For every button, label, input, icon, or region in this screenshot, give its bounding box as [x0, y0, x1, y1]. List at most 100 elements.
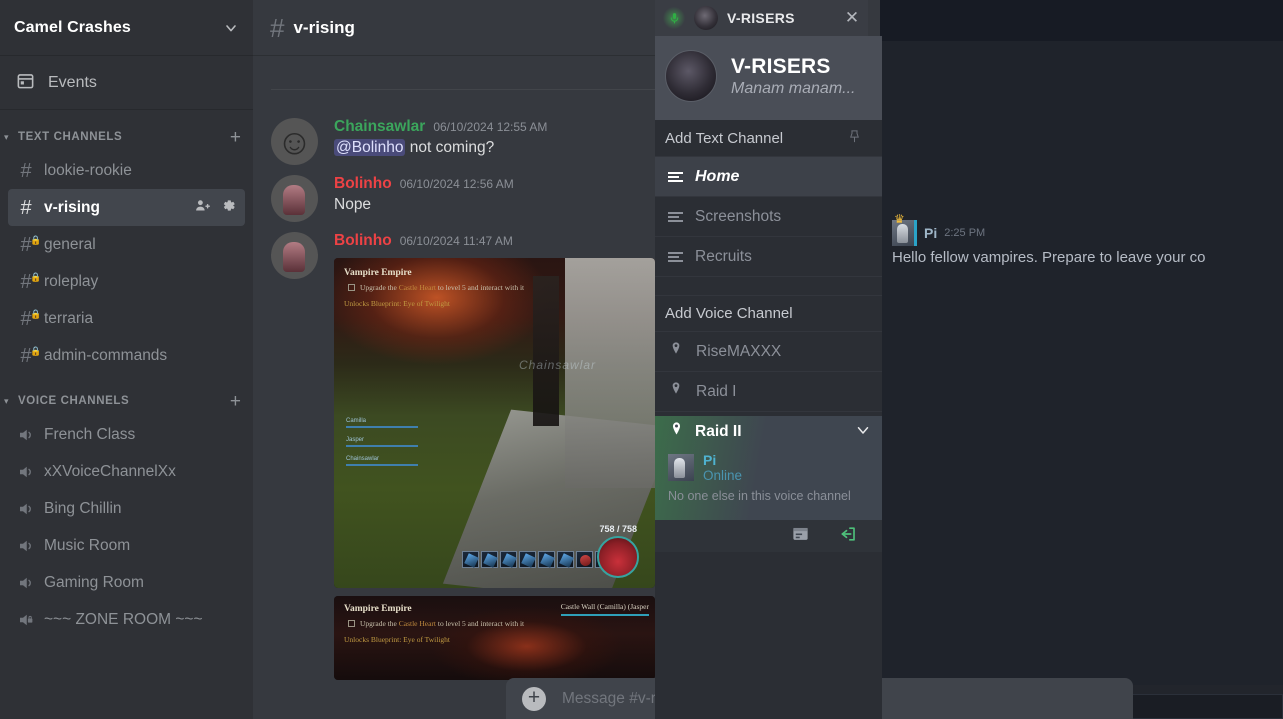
overlay-server-avatar-small	[694, 6, 718, 30]
server-header[interactable]: Camel Crashes	[0, 0, 253, 56]
message-author[interactable]: Chainsawlar	[334, 118, 425, 136]
events-label: Events	[48, 73, 97, 91]
pin-icon[interactable]	[847, 128, 862, 149]
hotbar-slot	[462, 551, 479, 568]
quest-objective-pre: Upgrade the	[360, 283, 399, 292]
overlay-server-name: V-RISERS	[731, 54, 831, 78]
hash-icon: # 🔒	[20, 344, 42, 367]
text-channel-icon	[668, 171, 683, 182]
sidebar-item-admin-commands[interactable]: # 🔒 admin-commands	[8, 337, 245, 374]
quest-unlock: Unlocks Blueprint: Eye of Twilight	[344, 299, 450, 309]
add-attachment-button[interactable]: +	[522, 686, 546, 711]
checkbox-icon	[348, 620, 355, 627]
image-attachment[interactable]: Vampire Empire Upgrade the Castle Heart …	[334, 258, 655, 588]
overlay-channel-label: Home	[695, 167, 740, 185]
sidebar-item-terraria[interactable]: # 🔒 terraria	[8, 300, 245, 337]
sidebar-item-music-room[interactable]: Music Room	[8, 527, 245, 564]
sidebar-item-zone-room[interactable]: ~~~ ZONE ROOM ~~~	[8, 601, 245, 638]
category-voice-channels[interactable]: ▾ VOICE CHANNELS +	[0, 386, 253, 416]
add-text-channel-button[interactable]: +	[230, 128, 241, 147]
voice-channel-icon	[668, 340, 684, 363]
microphone-icon[interactable]	[663, 7, 685, 29]
hash-icon: # 🔒	[20, 270, 42, 293]
category-text-channels[interactable]: ▾ TEXT CHANNELS +	[0, 122, 253, 152]
overlay-server-avatar	[665, 50, 717, 102]
party-member: Camilla	[346, 418, 418, 428]
server-name: Camel Crashes	[14, 18, 131, 36]
channel-label: Gaming Room	[44, 573, 144, 591]
sidebar-item-events[interactable]: Events	[0, 56, 253, 110]
channel-label: French Class	[44, 425, 136, 443]
channel-label: xXVoiceChannelXx	[44, 462, 176, 480]
avatar[interactable]	[271, 232, 318, 279]
overlay-channel-home[interactable]: Home	[655, 157, 882, 197]
channel-label: terraria	[44, 309, 94, 327]
channel-label: ~~~ ZONE ROOM ~~~	[44, 610, 203, 628]
hash-icon: # 🔒	[20, 233, 42, 256]
avatar[interactable]	[271, 118, 318, 165]
quest-objective-highlight: Castle Heart	[398, 283, 437, 292]
text-channel-icon	[668, 211, 683, 222]
overlay-channel-recruits[interactable]: Recruits	[655, 237, 882, 277]
background-message-timestamp: 2:25 PM	[944, 227, 986, 239]
message-author[interactable]: Bolinho	[334, 175, 392, 193]
status-badge: Online	[703, 468, 743, 484]
hash-icon: #	[270, 12, 285, 43]
disconnect-icon[interactable]	[838, 524, 860, 549]
overlay-tab-title: V-RISERS	[727, 10, 795, 26]
avatar[interactable]	[271, 175, 318, 222]
hotbar-slot	[557, 551, 574, 568]
chevron-down-icon[interactable]	[854, 421, 872, 444]
lock-icon: 🔒	[30, 271, 42, 282]
checkbox-icon	[348, 284, 355, 291]
overlay-voice-empty-note: No one else in this voice channel	[668, 488, 851, 503]
sidebar-item-v-rising[interactable]: # v-rising	[8, 189, 245, 226]
overlay-tab-header[interactable]: V-RISERS	[655, 0, 868, 36]
hash-icon: # 🔒	[20, 307, 42, 330]
overlay-voice-raid-i[interactable]: Raid I	[655, 372, 882, 412]
overlay-voice-member[interactable]: Pi Online	[655, 448, 882, 484]
overlay-add-text-channel[interactable]: Add Text Channel	[655, 120, 882, 157]
invite-calendar-icon[interactable]	[791, 524, 810, 548]
message-text-rest: not coming?	[405, 139, 495, 156]
close-icon[interactable]: ✕	[840, 6, 864, 30]
add-voice-channel-button[interactable]: +	[230, 392, 241, 411]
page-title: v-rising	[293, 17, 355, 37]
channel-label: Music Room	[44, 536, 131, 554]
voice-channel-icon	[668, 420, 685, 444]
sidebar-item-xxvoicechannelxx[interactable]: xXVoiceChannelXx	[8, 453, 245, 490]
overlay-active-voice-header[interactable]: Raid II	[655, 416, 882, 448]
sidebar-item-general[interactable]: # 🔒 general	[8, 226, 245, 263]
overlay-channel-label: Screenshots	[695, 207, 782, 225]
speaker-icon	[16, 426, 36, 444]
channel-label: general	[44, 235, 96, 253]
create-invite-icon[interactable]	[194, 197, 211, 219]
gear-icon[interactable]	[220, 197, 237, 219]
message-author[interactable]: Bolinho	[334, 232, 392, 250]
overlay-voice-risemaxxx[interactable]: RiseMAXXX	[655, 332, 882, 372]
quest-objective: Upgrade the Castle Heart to level 5 and …	[344, 283, 574, 293]
sidebar-item-bing-chillin[interactable]: Bing Chillin	[8, 490, 245, 527]
quest-tracker: Vampire Empire Upgrade the Castle Heart …	[344, 268, 574, 308]
speaker-icon	[16, 500, 36, 518]
sidebar-item-lookie-rookie[interactable]: # lookie-rookie	[8, 152, 245, 189]
sidebar-item-french-class[interactable]: French Class	[8, 416, 245, 453]
overlay-add-voice-channel[interactable]: Add Voice Channel	[655, 295, 882, 332]
quest-unlock: Unlocks Blueprint: Eye of Twilight	[344, 635, 450, 645]
overlay-active-voice-card[interactable]: Raid II Pi Online No one else in this vo…	[655, 416, 882, 520]
image-attachment[interactable]: Vampire Empire Upgrade the Castle Heart …	[334, 596, 655, 680]
quest-objective-post: to level 5 and interact with it	[436, 283, 525, 292]
overlay-server-header[interactable]: V-RISERS Manam manam...	[655, 36, 882, 102]
message-timestamp: 06/10/2024 12:56 AM	[399, 177, 514, 191]
party-member: Chainsawlar	[346, 456, 418, 466]
channel-label: roleplay	[44, 272, 99, 290]
mention-pill[interactable]: @Bolinho	[334, 139, 406, 156]
overlay-voice-label: RiseMAXXX	[696, 342, 782, 360]
overlay-channel-screenshots[interactable]: Screenshots	[655, 197, 882, 237]
game-watermark: Chainsawlar	[519, 358, 597, 372]
hotbar-slot	[538, 551, 555, 568]
channel-label: admin-commands	[44, 346, 168, 364]
sidebar-item-roleplay[interactable]: # 🔒 roleplay	[8, 263, 245, 300]
sidebar-item-gaming-room[interactable]: Gaming Room	[8, 564, 245, 601]
party-member-bar	[346, 445, 418, 447]
